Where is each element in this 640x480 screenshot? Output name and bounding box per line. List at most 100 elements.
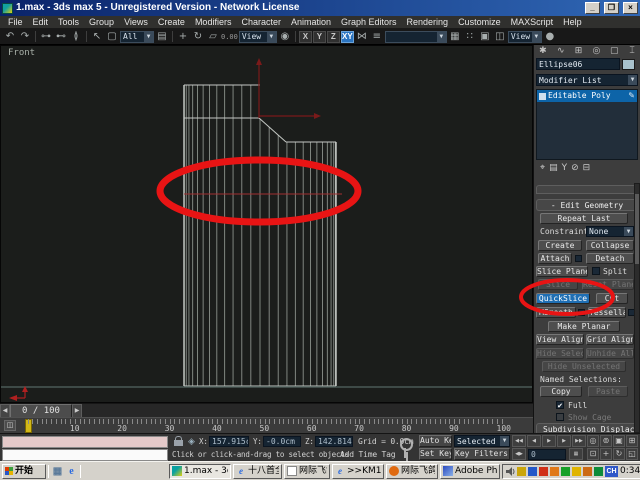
utilities-tab-icon[interactable]: ⌶ [623,45,640,57]
attach-settings-box[interactable] [575,255,582,262]
show-desktop-icon[interactable]: ▦ [51,465,64,478]
next-frame-button[interactable]: ▶ [557,435,571,447]
motion-tab-icon[interactable]: ◎ [587,45,605,57]
tray-icon-7[interactable] [594,466,603,476]
constraints-dropdown[interactable]: None ▼ [586,226,634,237]
task-button-1[interactable]: e 十八首全... [233,463,282,479]
select-object-icon[interactable]: ↖ [90,30,104,44]
start-button[interactable]: 开始 [2,463,46,479]
quick-render-icon[interactable]: ● [543,30,557,44]
task-button-3[interactable]: e >>KM169.... [332,463,384,479]
restore-button[interactable]: ❐ [604,2,619,14]
chevron-down-icon[interactable]: ▼ [144,31,153,42]
msmooth-button[interactable]: MSmooth [536,307,576,318]
close-button[interactable]: × [623,2,638,14]
tessellate-button[interactable]: Tessellate [588,307,626,318]
current-frame-field[interactable]: 0 [528,449,566,460]
tray-icon-1[interactable] [528,466,537,476]
full-interactivity-checkbox[interactable]: ✔ [556,401,564,410]
play-animation-button[interactable]: ▶ [542,435,556,447]
attach-button[interactable]: Attach [538,253,572,264]
object-name-field[interactable]: Ellipse06 [536,58,620,70]
go-to-end-button[interactable]: ▶▶ [572,435,586,447]
schematic-view-icon[interactable]: ∷ [463,30,477,44]
menu-create[interactable]: Create [153,16,190,29]
select-and-move-icon[interactable]: + [176,30,190,44]
restrict-y-button[interactable]: Y [312,30,326,43]
maxscript-mini-listener-pink[interactable] [2,436,168,448]
arc-rotate-icon[interactable]: ↻ [613,448,625,460]
task-button-0[interactable]: 1.max - 3ds... [169,463,231,479]
menu-animation[interactable]: Animation [286,16,336,29]
cut-button[interactable]: Cut [596,293,628,304]
align-icon[interactable]: ≡ [370,30,384,44]
quickslice-button[interactable]: QuickSlice [536,293,590,304]
menu-character[interactable]: Character [236,16,286,29]
mini-curve-editor-icon[interactable]: ◫ [4,420,16,431]
edit-geometry-rollout-header[interactable]: - Edit Geometry [536,199,638,211]
make-planar-button[interactable]: Make Planar [548,321,620,332]
detach-button[interactable]: Detach [586,253,634,264]
previous-frame-button[interactable]: ◀ [527,435,541,447]
min-max-toggle-icon[interactable]: ◱ [626,448,638,460]
modifier-stack-selected-row[interactable]: Editable Poly ✎ [537,90,637,102]
select-and-rotate-icon[interactable]: ↻ [191,30,205,44]
slice-plane-button[interactable]: Slice Plane [536,266,588,277]
msmooth-settings-box[interactable] [578,309,585,316]
configure-modifier-sets-icon[interactable]: ⊟ [583,161,591,175]
track-view-icon[interactable]: ▦ [448,30,462,44]
chevron-down-icon[interactable]: ▼ [500,436,509,446]
view-align-button[interactable]: View Align [536,334,584,345]
menu-customize[interactable]: Customize [453,16,506,29]
set-keys-key-icon[interactable] [396,437,414,459]
create-button[interactable]: Create [538,240,582,251]
go-to-start-button[interactable]: ◀◀ [512,435,526,447]
minimize-button[interactable]: _ [585,2,600,14]
chevron-down-icon[interactable]: ▼ [436,31,446,42]
coord-z-field[interactable]: 142.814 [315,436,353,447]
create-tab-icon[interactable]: ✱ [534,45,552,57]
maxscript-mini-listener-white[interactable] [2,449,168,461]
time-slider-track[interactable] [82,404,533,417]
select-and-link-icon[interactable]: ⊶ [39,30,53,44]
pin-stack-icon[interactable]: ⌖ [540,161,545,175]
coord-x-field[interactable]: 157.915c [209,436,249,447]
set-key-button[interactable]: Set Key [419,448,452,460]
restrict-z-button[interactable]: Z [326,30,340,43]
current-frame-marker[interactable] [25,419,32,433]
task-button-5[interactable]: Adobe Phot... [440,463,500,479]
render-scene-icon[interactable]: ▣ [478,30,492,44]
key-selection-dropdown[interactable]: Selected ▼ [454,435,510,447]
internet-explorer-icon[interactable]: e [65,465,78,478]
tray-icon-3[interactable] [550,466,559,476]
split-checkbox[interactable] [592,267,600,275]
menu-help[interactable]: Help [558,16,587,29]
menu-tools[interactable]: Tools [53,16,84,29]
selection-lock-icon[interactable] [174,436,183,446]
selection-filter-dropdown[interactable]: All ▼ [120,30,154,43]
pan-icon[interactable]: + [600,448,612,460]
task-button-4[interactable]: 网际飞鸽... [386,463,438,479]
coord-y-field[interactable]: -0.0cm [263,436,301,447]
render-type-dropdown[interactable]: View ▼ [507,30,542,43]
panel-scrollbar[interactable] [634,183,640,433]
previous-frame-arrow[interactable]: ◀ [0,404,10,418]
track-bar[interactable]: ◫ 10 20 30 40 50 60 70 80 90 100 [0,417,533,433]
object-color-swatch[interactable] [622,59,635,70]
select-by-name-icon[interactable]: ▤ [155,30,169,44]
copy-button[interactable]: Copy [540,386,582,397]
repeat-last-button[interactable]: Repeat Last [540,213,628,224]
tray-icon-4[interactable] [561,466,570,476]
auto-key-button[interactable]: Auto Key [419,435,452,447]
key-filters-button[interactable]: Key Filters... [454,448,510,460]
scrollbar-thumb[interactable] [635,194,639,264]
remove-modifier-icon[interactable]: ⊘ [571,161,579,175]
show-end-result-icon[interactable]: ▤ [549,161,558,175]
mirror-icon[interactable]: ⋈ [355,30,369,44]
menu-rendering[interactable]: Rendering [402,16,454,29]
next-frame-arrow[interactable]: ▶ [72,404,82,418]
modifier-list-dropdown[interactable]: Modifier List ▼ [536,74,638,86]
volume-icon[interactable] [506,466,515,476]
grid-align-button[interactable]: Grid Align [586,334,634,345]
absolute-offset-mode-icon[interactable]: ◈ [188,436,195,448]
